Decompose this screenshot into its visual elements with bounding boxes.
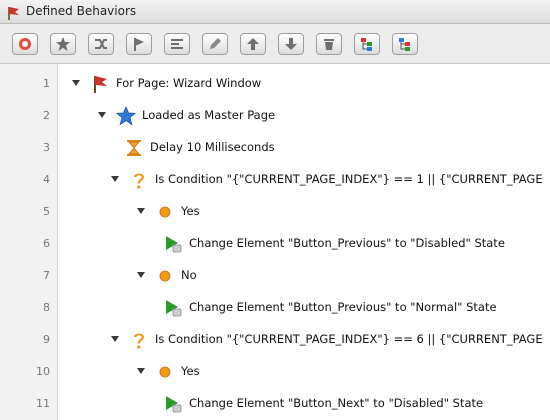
expander-triangle-icon[interactable] <box>111 336 119 342</box>
line-number: 3 <box>43 141 50 154</box>
tree-row[interactable]: 7 No <box>0 260 550 292</box>
tree-row[interactable]: 4 Is Condition "{"CURRENT_PAGE_INDEX"} ==… <box>0 164 550 196</box>
change-state-icon <box>163 234 183 254</box>
add-flag-button[interactable] <box>126 33 152 55</box>
window-title: Defined Behaviors <box>26 4 137 18</box>
expander-triangle-icon[interactable] <box>137 272 145 278</box>
tree-row[interactable]: 2 Loaded as Master Page <box>0 100 550 132</box>
tree-row[interactable]: 10 Yes <box>0 356 550 388</box>
line-number: 10 <box>36 365 50 378</box>
row-label: Change Element "Button_Next" to "Disable… <box>189 396 484 410</box>
change-state-icon <box>163 298 183 318</box>
row-label: Delay 10 Milliseconds <box>150 140 275 154</box>
row-label: For Page: Wizard Window <box>116 76 262 90</box>
expand-all-button[interactable] <box>354 33 380 55</box>
line-number: 6 <box>43 237 50 250</box>
move-down-button[interactable] <box>278 33 304 55</box>
line-number: 8 <box>43 301 50 314</box>
arrow-up-icon <box>247 38 259 50</box>
pencil-icon <box>210 38 221 49</box>
line-number: 5 <box>43 205 50 218</box>
align-icon <box>171 39 183 49</box>
branch-dot-icon <box>155 202 175 222</box>
row-label: Loaded as Master Page <box>142 108 276 122</box>
add-condition-button[interactable] <box>88 33 114 55</box>
align-button[interactable] <box>164 33 190 55</box>
row-label: Change Element "Button_Previous" to "Nor… <box>189 300 497 314</box>
add-event-icon <box>19 38 31 50</box>
question-icon <box>129 330 149 350</box>
tree-row[interactable]: 8 Change Element "Button_Previous" to "No… <box>0 292 550 324</box>
row-label: Yes <box>181 204 200 218</box>
page-flag-icon <box>90 74 110 94</box>
add-action-button[interactable] <box>50 33 76 55</box>
toolbar <box>0 24 550 64</box>
branch-icon <box>95 39 107 49</box>
hourglass-icon <box>124 138 144 158</box>
trash-icon <box>324 39 334 50</box>
tree-row[interactable]: 5 Yes <box>0 196 550 228</box>
expander-triangle-icon[interactable] <box>137 368 145 374</box>
expander-triangle-icon[interactable] <box>111 176 119 182</box>
question-icon <box>129 170 149 190</box>
line-number: 2 <box>43 109 50 122</box>
behaviors-tree: 1 For Page: Wizard Window 2 Loaded as Maste… <box>0 64 550 420</box>
tree-row[interactable]: 3 Delay 10 Milliseconds <box>0 132 550 164</box>
row-label: Yes <box>181 364 200 378</box>
arrow-down-icon <box>285 38 297 50</box>
line-number: 4 <box>43 173 50 186</box>
edit-button[interactable] <box>202 33 228 55</box>
page-flag-icon <box>8 7 19 20</box>
line-number: 11 <box>36 397 50 410</box>
line-number: 1 <box>43 77 50 90</box>
tree-row[interactable]: 11 Change Element "Button_Next" to "Disab… <box>0 388 550 420</box>
row-label: Is Condition "{"CURRENT_PAGE_INDEX"} == … <box>155 172 543 186</box>
expander-triangle-icon[interactable] <box>98 112 106 118</box>
delete-button[interactable] <box>316 33 342 55</box>
tree-expand-icon <box>361 38 372 51</box>
tree-collapse-icon <box>399 38 410 51</box>
flag-icon <box>134 38 144 51</box>
expander-triangle-icon[interactable] <box>72 80 80 86</box>
add-event-button[interactable] <box>12 33 38 55</box>
move-up-button[interactable] <box>240 33 266 55</box>
row-label: Change Element "Button_Previous" to "Dis… <box>189 236 505 250</box>
expander-triangle-icon[interactable] <box>137 208 145 214</box>
tree-row[interactable]: 9 Is Condition "{"CURRENT_PAGE_INDEX"} ==… <box>0 324 550 356</box>
tree-row[interactable]: 1 For Page: Wizard Window <box>0 68 550 100</box>
star-icon <box>56 37 70 51</box>
title-bar: Defined Behaviors <box>0 0 550 24</box>
star-event-icon <box>115 105 137 126</box>
line-number: 7 <box>43 269 50 282</box>
change-state-icon <box>163 394 183 414</box>
row-label: Is Condition "{"CURRENT_PAGE_INDEX"} == … <box>155 332 543 346</box>
tree-row[interactable]: 6 Change Element "Button_Previous" to "Di… <box>0 228 550 260</box>
line-number: 9 <box>43 333 50 346</box>
branch-dot-icon <box>155 362 175 382</box>
collapse-all-button[interactable] <box>392 33 418 55</box>
row-label: No <box>181 268 197 282</box>
branch-dot-icon <box>155 266 175 286</box>
